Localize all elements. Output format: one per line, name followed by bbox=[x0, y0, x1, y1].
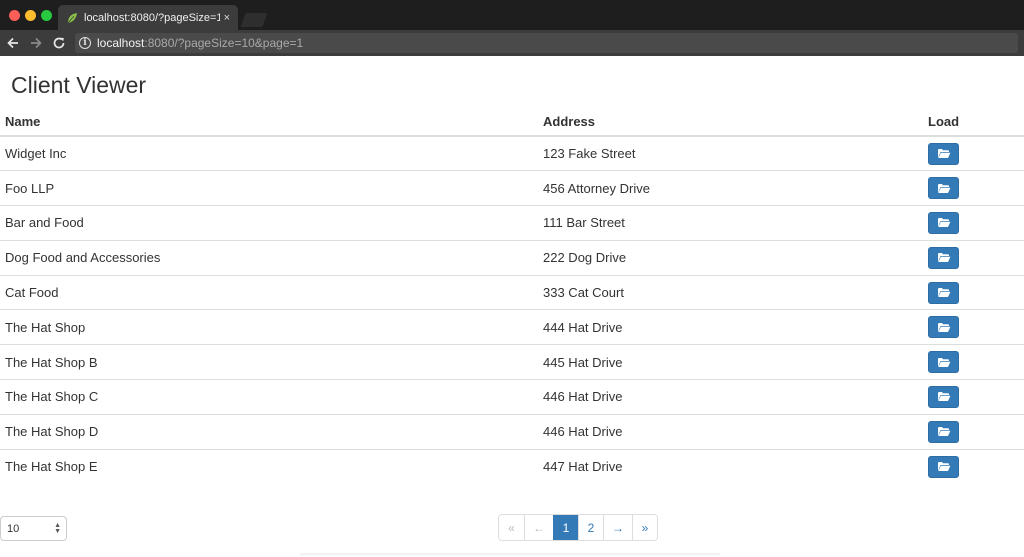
table-row: Foo LLP 456 Attorney Drive bbox=[0, 170, 1024, 206]
client-name-cell: The Hat Shop B bbox=[0, 344, 538, 380]
clients-table: Name Address Load Widget Inc 123 Fake Str… bbox=[0, 108, 1024, 484]
client-address-cell: 445 Hat Drive bbox=[538, 344, 923, 380]
client-name-cell: The Hat Shop D bbox=[0, 413, 538, 450]
arrow-left-icon bbox=[7, 37, 18, 49]
client-address-cell: 222 Dog Drive bbox=[538, 239, 923, 276]
client-load-cell bbox=[923, 413, 1024, 450]
client-load-cell bbox=[923, 239, 1024, 276]
client-load-cell bbox=[923, 136, 1024, 171]
client-name-cell: The Hat Shop E bbox=[0, 448, 538, 484]
tab-close-icon[interactable]: × bbox=[224, 12, 230, 24]
pagination-last-button[interactable]: » bbox=[632, 515, 657, 540]
folder-open-icon bbox=[937, 252, 951, 263]
browser-toolbar: i localhost:8080/?pageSize=10&page=1 bbox=[0, 30, 1024, 56]
load-client-button[interactable] bbox=[928, 316, 959, 339]
column-header-load: Load bbox=[923, 108, 1024, 137]
info-icon[interactable]: i bbox=[79, 37, 91, 49]
window-close-button[interactable] bbox=[9, 10, 20, 21]
load-client-button[interactable] bbox=[928, 385, 959, 408]
pagination-page-1-button[interactable]: 1 bbox=[553, 515, 578, 540]
table-row: Cat Food 333 Cat Court bbox=[0, 274, 1024, 310]
reload-button[interactable] bbox=[49, 33, 69, 53]
tab-title: localhost:8080/?pageSize=10 bbox=[84, 11, 220, 24]
client-load-cell bbox=[923, 344, 1024, 380]
load-client-button[interactable] bbox=[928, 455, 959, 478]
browser-tabstrip: localhost:8080/?pageSize=10 × bbox=[0, 0, 1024, 30]
load-client-button[interactable] bbox=[928, 142, 959, 165]
client-address-cell: 446 Hat Drive bbox=[538, 379, 923, 415]
pagination-page-2-button[interactable]: 2 bbox=[578, 515, 603, 540]
folder-open-icon bbox=[937, 217, 951, 228]
folder-open-icon bbox=[937, 391, 951, 402]
load-client-button[interactable] bbox=[928, 246, 959, 269]
arrow-right-icon bbox=[31, 37, 42, 49]
bottom-shadow bbox=[300, 553, 720, 557]
folder-open-icon bbox=[937, 183, 951, 194]
client-load-cell bbox=[923, 448, 1024, 484]
client-address-cell: 446 Hat Drive bbox=[538, 413, 923, 450]
folder-open-icon bbox=[937, 287, 951, 298]
client-load-cell bbox=[923, 274, 1024, 310]
load-client-button[interactable] bbox=[928, 281, 959, 304]
client-address-cell: 123 Fake Street bbox=[543, 146, 636, 162]
load-client-button[interactable] bbox=[928, 420, 959, 443]
column-header-address[interactable]: Address bbox=[538, 108, 923, 137]
table-row: The Hat Shop C 446 Hat Drive bbox=[0, 379, 1024, 415]
client-load-cell bbox=[923, 379, 1024, 415]
page-content: Client Viewer Name Address Load Widget I… bbox=[0, 56, 1024, 557]
client-load-cell bbox=[923, 170, 1024, 206]
new-tab-button[interactable] bbox=[240, 13, 268, 27]
table-row: The Hat Shop 444 Hat Drive bbox=[0, 309, 1024, 345]
table-row: The Hat Shop B 445 Hat Drive bbox=[0, 344, 1024, 380]
folder-open-icon bbox=[937, 426, 951, 437]
table-row: Widget Inc 123 Fake Street bbox=[0, 136, 1024, 171]
url-host: localhost bbox=[97, 36, 145, 50]
page-title: Client Viewer bbox=[11, 72, 147, 98]
forward-button[interactable] bbox=[26, 33, 46, 53]
client-address-cell: 111 Bar Street bbox=[538, 205, 923, 241]
table-row: Dog Food and Accessories 222 Dog Drive bbox=[0, 239, 1024, 276]
browser-tab[interactable]: localhost:8080/?pageSize=10 × bbox=[58, 5, 238, 30]
client-name-cell: Foo LLP bbox=[0, 170, 538, 206]
folder-open-icon bbox=[937, 322, 951, 333]
folder-open-icon bbox=[937, 357, 951, 368]
client-name-cell: Dog Food and Accessories bbox=[0, 239, 538, 276]
url-path: :8080/?pageSize=10&page=1 bbox=[144, 36, 304, 50]
table-row: The Hat Shop E 447 Hat Drive bbox=[0, 448, 1024, 484]
client-name-cell: The Hat Shop C bbox=[0, 379, 538, 415]
load-client-button[interactable] bbox=[928, 211, 959, 234]
table-row: The Hat Shop D 446 Hat Drive bbox=[0, 413, 1024, 450]
pagination-first-button[interactable]: « bbox=[499, 515, 524, 540]
client-name-cell: Cat Food bbox=[0, 274, 538, 310]
window-zoom-button[interactable] bbox=[41, 10, 52, 21]
client-address-cell: 456 Attorney Drive bbox=[538, 170, 923, 206]
table-body: Widget Inc 123 Fake Street Foo LLP 456 Atto… bbox=[0, 136, 1024, 484]
pagination: « ← 1 2 → » bbox=[498, 514, 658, 541]
client-address-cell: 333 Cat Court bbox=[538, 274, 923, 310]
reload-icon bbox=[53, 37, 65, 49]
back-button[interactable] bbox=[3, 33, 23, 53]
spring-leaf-icon bbox=[66, 12, 78, 24]
page-size-select[interactable]: 10 ▲ ▼ bbox=[0, 516, 67, 541]
column-header-name[interactable]: Name bbox=[0, 108, 538, 137]
client-address-cell: 444 Hat Drive bbox=[538, 309, 923, 345]
load-client-button[interactable] bbox=[928, 351, 959, 374]
select-arrows-icon: ▲ ▼ bbox=[54, 522, 61, 535]
load-client-button[interactable] bbox=[928, 177, 959, 200]
client-load-cell bbox=[923, 309, 1024, 345]
address-bar[interactable]: i localhost:8080/?pageSize=10&page=1 bbox=[75, 33, 1018, 53]
table-header-row: Name Address Load bbox=[0, 108, 1024, 137]
folder-open-icon bbox=[937, 461, 951, 472]
client-name-cell: Widget Inc bbox=[5, 146, 67, 162]
page-size-value: 10 bbox=[7, 522, 20, 535]
pagination-prev-button[interactable]: ← bbox=[524, 515, 553, 540]
client-name-cell: Bar and Food bbox=[0, 205, 538, 241]
pagination-next-button[interactable]: → bbox=[603, 515, 632, 540]
client-name-cell: The Hat Shop bbox=[0, 309, 538, 345]
table-row: Bar and Food 111 Bar Street bbox=[0, 205, 1024, 241]
window-minimize-button[interactable] bbox=[25, 10, 36, 21]
client-load-cell bbox=[923, 205, 1024, 241]
folder-open-icon bbox=[937, 148, 951, 159]
client-address-cell: 447 Hat Drive bbox=[538, 448, 923, 484]
